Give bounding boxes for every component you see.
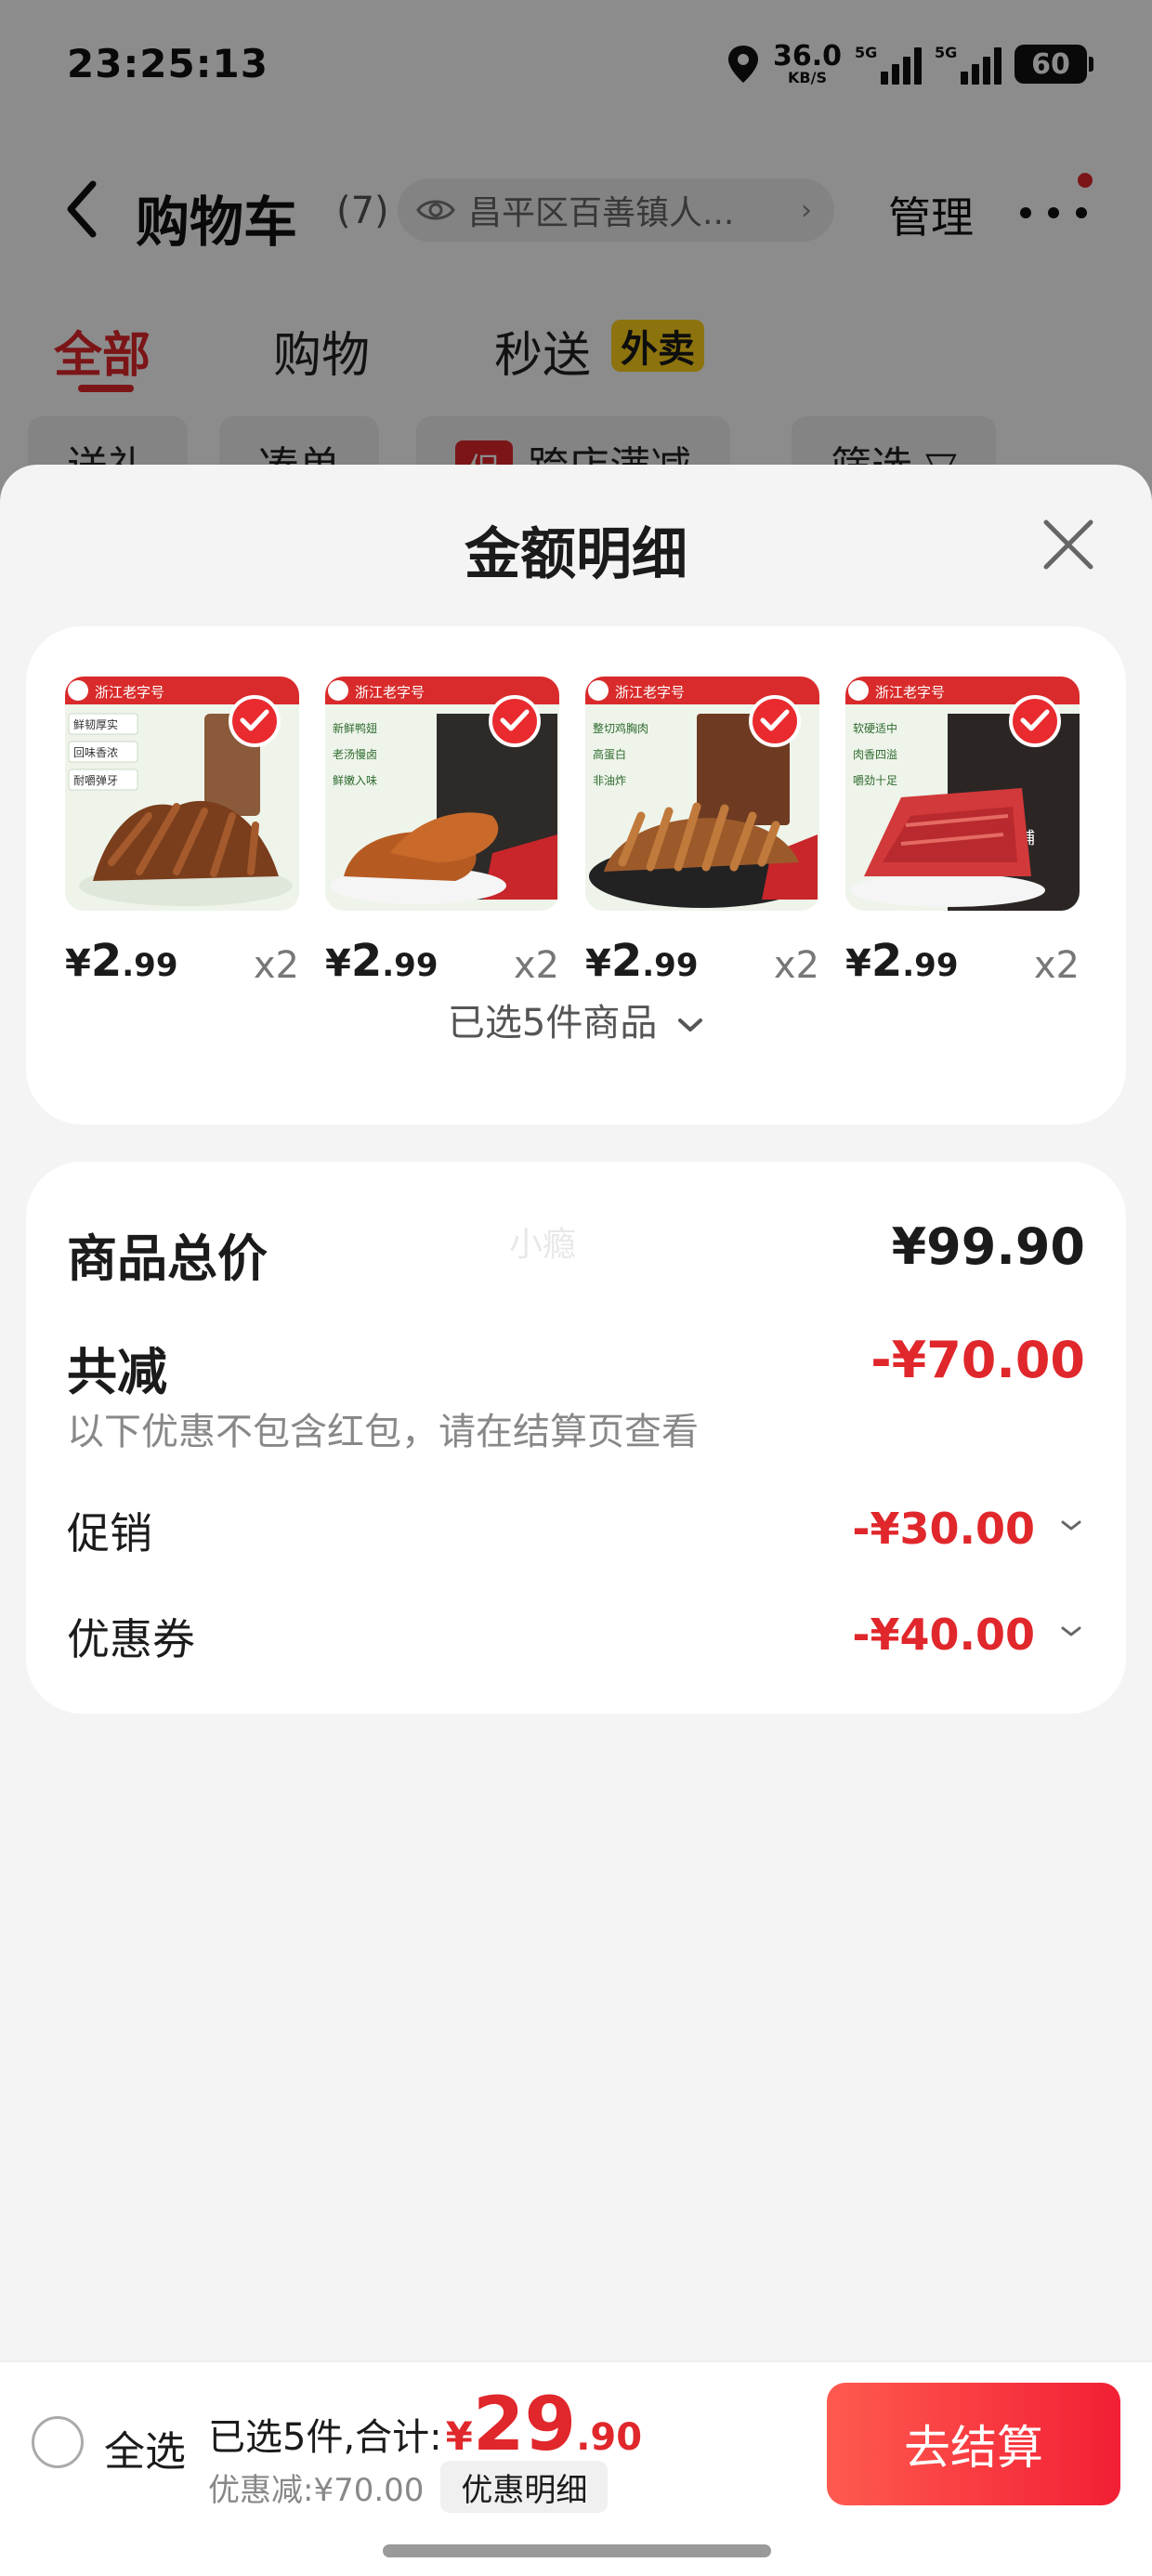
- selected-items-label: 已选5件商品: [447, 1002, 658, 1045]
- discount-text: 优惠减:¥70.00: [208, 2471, 425, 2509]
- selected-check-icon: [1009, 695, 1061, 747]
- chevron-down-icon: [1061, 1520, 1081, 1531]
- product-item[interactable]: 浙江老字号 整切鸡胸肉 高蛋白 非油炸 ¥2.99 x2: [585, 677, 819, 992]
- product-item[interactable]: 浙江老字号 新鲜鸭翅 老汤慢卤 鲜嫩入味 ¥2.99 x2: [325, 677, 559, 992]
- selected-items-toggle[interactable]: 已选5件商品: [26, 992, 1126, 1046]
- svg-text:非油炸: 非油炸: [593, 774, 626, 787]
- chevron-down-icon: [1061, 1626, 1081, 1636]
- close-icon[interactable]: [1041, 517, 1096, 572]
- svg-text:肉香四溢: 肉香四溢: [853, 748, 897, 761]
- reduction-row: 共减 -¥70.00: [67, 1331, 1085, 1401]
- checkout-bar: 全选 已选5件,合计: ¥ 29 .90 优惠减:¥70.00 优惠明细 去结算: [0, 2360, 1152, 2576]
- product-price-row: ¥2.99 x2: [65, 927, 299, 992]
- product-price: ¥2.99: [585, 935, 699, 987]
- promo-value: -¥30.00: [852, 1504, 1035, 1554]
- coupon-row[interactable]: 优惠券 -¥40.00: [67, 1606, 1085, 1665]
- selected-products-card: 浙江老字号 鲜韧厚实 回味香浓 耐嚼弹牙 ¥2.99 x2 浙江老字号 新鲜鸭翅…: [26, 626, 1126, 1124]
- svg-text:高蛋白: 高蛋白: [593, 747, 626, 761]
- total-decimal: .90: [576, 2416, 643, 2459]
- price-breakdown-card: 小瘾 商品总价 ¥99.90 共减 -¥70.00 以下优惠不包含红包，请在结算…: [26, 1162, 1126, 1714]
- svg-text:耐嚼弹牙: 耐嚼弹牙: [73, 774, 118, 787]
- discount-line: 优惠减:¥70.00 优惠明细: [208, 2461, 609, 2513]
- product-item[interactable]: 浙江老字号 软硬适中 肉香四溢 嚼劲十足 猪肉脯 ¥2.99 x2: [845, 677, 1080, 992]
- product-image: 浙江老字号 软硬适中 肉香四溢 嚼劲十足 猪肉脯: [845, 677, 1080, 911]
- svg-text:新鲜鸭翅: 新鲜鸭翅: [333, 721, 377, 735]
- brand-text: 浙江老字号: [95, 684, 164, 701]
- brand-text: 浙江老字号: [875, 684, 945, 701]
- svg-text:鲜韧厚实: 鲜韧厚实: [73, 717, 118, 731]
- coupon-value: -¥40.00: [852, 1610, 1035, 1660]
- product-price: ¥2.99: [845, 935, 959, 987]
- select-all-label[interactable]: 全选: [104, 2418, 186, 2477]
- product-item[interactable]: 浙江老字号 鲜韧厚实 回味香浓 耐嚼弹牙 ¥2.99 x2: [65, 677, 299, 992]
- selected-check-icon: [229, 695, 281, 747]
- goods-total-row: 商品总价 ¥99.90: [67, 1217, 1085, 1288]
- svg-text:老汤慢卤: 老汤慢卤: [333, 748, 377, 761]
- discount-detail-button[interactable]: 优惠明细: [440, 2461, 609, 2513]
- product-image: 浙江老字号 新鲜鸭翅 老汤慢卤 鲜嫩入味: [325, 677, 559, 911]
- svg-text:软硬适中: 软硬适中: [853, 721, 897, 735]
- modal-overlay[interactable]: [0, 0, 1152, 520]
- selected-check-icon: [489, 695, 541, 747]
- chevron-down-icon: [678, 1019, 703, 1032]
- product-quantity: x2: [513, 944, 559, 987]
- product-quantity: x2: [253, 944, 299, 987]
- brand-text: 浙江老字号: [615, 684, 685, 701]
- reduction-value: -¥70.00: [871, 1331, 1085, 1389]
- total-summary: 已选5件,合计: ¥ 29 .90: [208, 2381, 642, 2467]
- svg-text:回味香浓: 回味香浓: [73, 746, 118, 759]
- product-quantity: x2: [1033, 944, 1080, 987]
- checkout-button[interactable]: 去结算: [827, 2383, 1120, 2505]
- reduction-note: 以下优惠不包含红包，请在结算页查看: [67, 1411, 699, 1453]
- svg-text:整切鸡胸肉: 整切鸡胸肉: [593, 721, 648, 735]
- summary-prefix: 已选5件,合计:: [208, 2416, 442, 2459]
- total-currency: ¥: [445, 2413, 473, 2459]
- product-quantity: x2: [773, 944, 819, 987]
- product-price: ¥2.99: [65, 935, 178, 987]
- product-price-row: ¥2.99 x2: [845, 927, 1080, 992]
- product-price-row: ¥2.99 x2: [325, 927, 559, 992]
- product-image: 浙江老字号 整切鸡胸肉 高蛋白 非油炸: [585, 677, 819, 911]
- sheet-title: 金额明细: [465, 522, 687, 587]
- selected-check-icon: [749, 695, 801, 747]
- goods-total-value: ¥99.90: [891, 1217, 1085, 1276]
- product-price: ¥2.99: [325, 935, 439, 987]
- svg-text:嚼劲十足: 嚼劲十足: [853, 774, 897, 787]
- reduction-note-row: 以下优惠不包含红包，请在结算页查看: [67, 1401, 1085, 1453]
- amount-detail-sheet: 金额明细 浙江老字号 鲜韧厚实 回味香浓 耐嚼弹牙 ¥2.99 x2 浙江老字号…: [0, 465, 1152, 2576]
- brand-text: 浙江老字号: [355, 684, 425, 701]
- home-indicator[interactable]: [383, 2544, 771, 2557]
- svg-text:鲜嫩入味: 鲜嫩入味: [333, 774, 377, 787]
- product-price-row: ¥2.99 x2: [585, 927, 819, 992]
- promo-row[interactable]: 促销 -¥30.00: [67, 1500, 1085, 1559]
- select-all-radio[interactable]: [32, 2416, 84, 2468]
- total-integer: 29: [472, 2381, 577, 2467]
- product-image: 浙江老字号 鲜韧厚实 回味香浓 耐嚼弹牙: [65, 677, 299, 911]
